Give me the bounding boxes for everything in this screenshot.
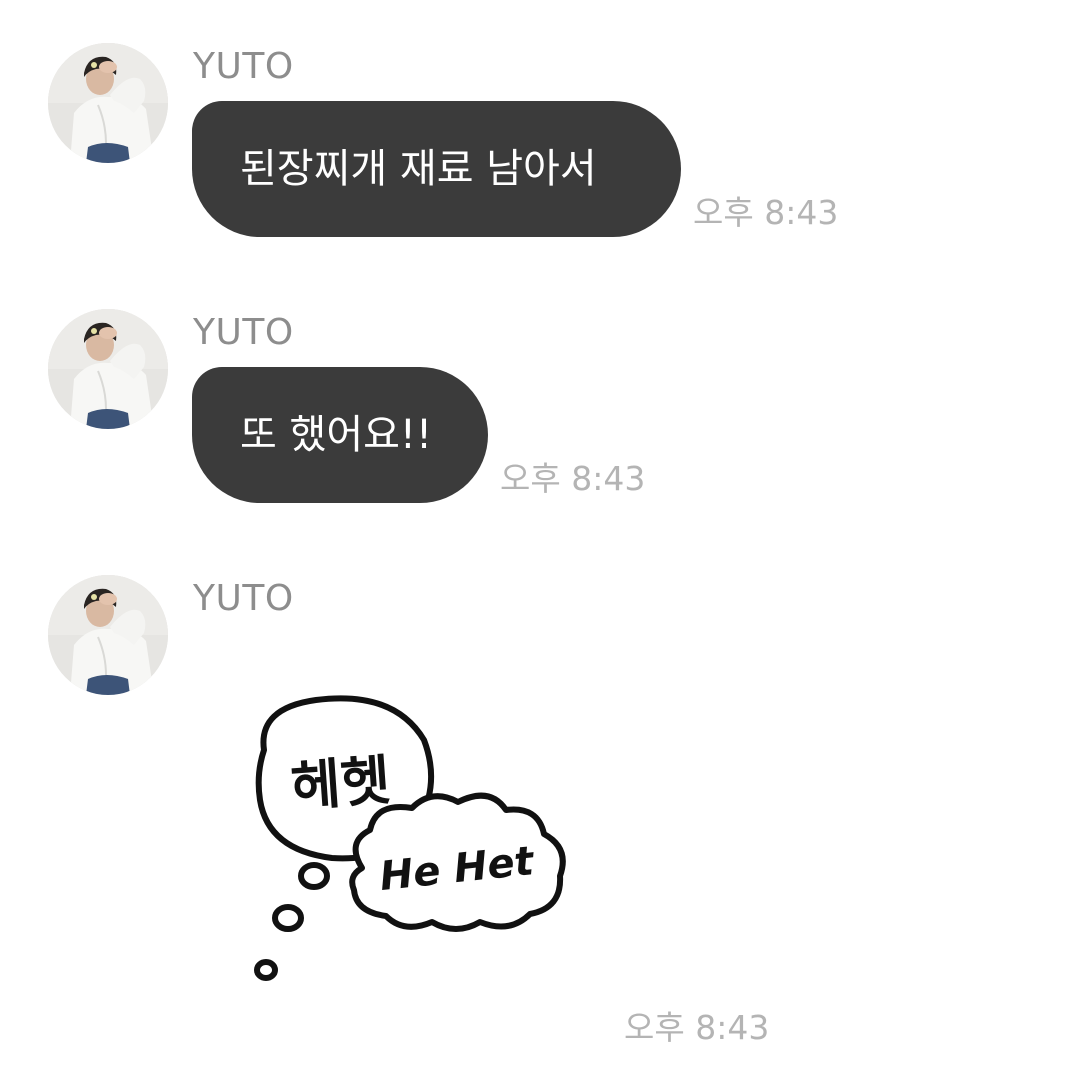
sticker-thought-bubble-icon[interactable]: 헤헷 He Het <box>244 690 594 990</box>
avatar-photo-icon <box>48 43 168 163</box>
avatar-photo-icon <box>48 309 168 429</box>
avatar[interactable] <box>48 309 168 429</box>
sender-name: YUTO <box>193 46 294 87</box>
message-bubble[interactable]: 또 했어요!! <box>192 367 488 503</box>
message-timestamp: 오후 8:43 <box>624 1008 770 1047</box>
sender-name: YUTO <box>193 578 294 619</box>
message-bubble[interactable]: 된장찌개 재료 남아서 <box>192 101 681 237</box>
avatar-photo-icon <box>48 575 168 695</box>
avatar[interactable] <box>48 43 168 163</box>
sender-name: YUTO <box>193 312 294 353</box>
message-timestamp: 오후 8:43 <box>500 459 646 498</box>
avatar[interactable] <box>48 575 168 695</box>
message-timestamp: 오후 8:43 <box>693 193 839 232</box>
sticker-korean-text: 헤헷 <box>289 749 393 819</box>
